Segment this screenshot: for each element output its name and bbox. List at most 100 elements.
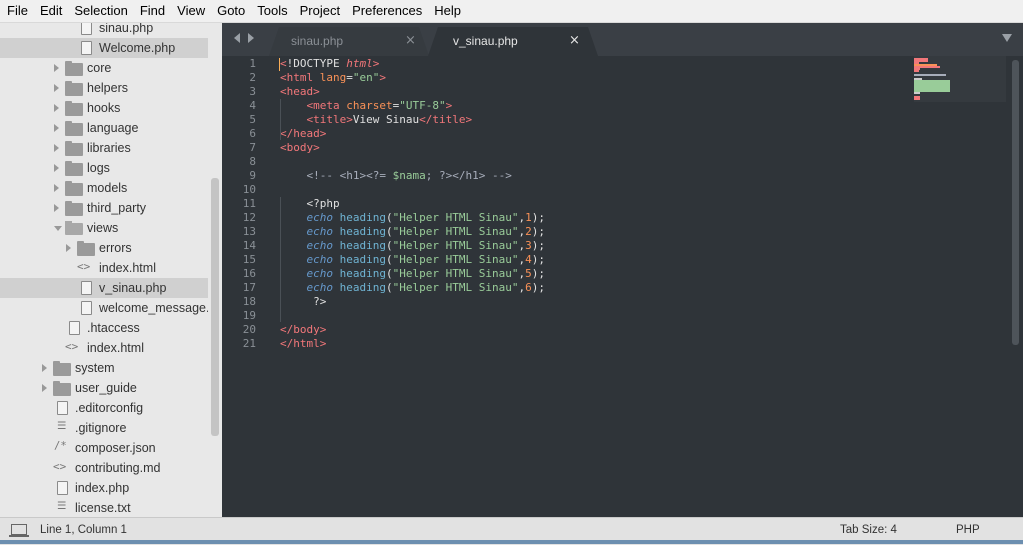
chevron-right-icon[interactable] xyxy=(54,164,59,172)
code-token: > xyxy=(445,99,453,112)
menu-tools[interactable]: Tools xyxy=(251,0,293,22)
tab-v-sinau-php[interactable]: v_sinau.php × xyxy=(428,27,598,56)
minimap[interactable] xyxy=(914,56,964,116)
line-number: 2 xyxy=(249,71,256,84)
tree-item-label: Welcome.php xyxy=(99,41,176,55)
chevron-right-icon[interactable] xyxy=(54,184,59,192)
tree-item[interactable]: system xyxy=(0,358,208,378)
tree-item[interactable]: models xyxy=(0,178,208,198)
chevron-right-icon[interactable] xyxy=(42,384,47,392)
tree-item[interactable]: ☰ .gitignore xyxy=(0,418,208,438)
tree-item[interactable]: third_party xyxy=(0,198,208,218)
file-icon xyxy=(69,321,80,335)
tab-prev-arrow-icon[interactable] xyxy=(234,33,240,43)
tree-item[interactable]: ☰ license.txt xyxy=(0,498,208,517)
tree-item[interactable]: language xyxy=(0,118,208,138)
chevron-right-icon[interactable] xyxy=(54,104,59,112)
chevron-right-icon[interactable] xyxy=(66,244,71,252)
tab-label: v_sinau.php xyxy=(453,34,518,48)
sidebar-vertical-scrollbar[interactable] xyxy=(211,178,219,436)
line-number: 1 xyxy=(249,57,256,70)
code-token: <?php xyxy=(280,197,340,210)
taskbar-edge xyxy=(0,540,1023,544)
code-token: echo xyxy=(306,211,334,224)
tree-item[interactable]: libraries xyxy=(0,138,208,158)
file-icon xyxy=(81,281,92,295)
tree-item[interactable]: Welcome.php xyxy=(0,38,208,58)
editor-vertical-scrollbar[interactable] xyxy=(1012,60,1019,345)
tree-item[interactable]: v_sinau.php xyxy=(0,278,208,298)
tree-item[interactable]: welcome_message.p xyxy=(0,298,208,318)
code-line: </head> xyxy=(280,127,326,141)
menu-selection[interactable]: Selection xyxy=(68,0,133,22)
chevron-right-icon[interactable] xyxy=(54,64,59,72)
close-icon[interactable]: × xyxy=(569,33,580,48)
close-icon[interactable]: × xyxy=(405,33,416,48)
tab-size-selector[interactable]: Tab Size: 4 xyxy=(840,524,897,536)
code-token: ( xyxy=(385,267,393,280)
chevron-right-icon[interactable] xyxy=(42,364,47,372)
line-number: 13 xyxy=(242,225,256,238)
tree-item[interactable]: <> index.html xyxy=(0,258,208,278)
folder-icon xyxy=(65,121,83,136)
tree-item[interactable]: errors xyxy=(0,238,208,258)
chevron-right-icon[interactable] xyxy=(54,84,59,92)
code-line: <meta charset="UTF-8"> xyxy=(280,99,453,113)
tree-item[interactable]: logs xyxy=(0,158,208,178)
tree-item[interactable]: .editorconfig xyxy=(0,398,208,418)
tree-item[interactable]: <> contributing.md xyxy=(0,458,208,478)
tree-item[interactable]: <> index.html xyxy=(0,338,208,358)
tree-item[interactable]: core xyxy=(0,58,208,78)
panel-toggle-icon[interactable] xyxy=(9,524,29,537)
code-token: ( xyxy=(385,225,393,238)
chevron-down-icon[interactable] xyxy=(54,226,62,231)
file-icon xyxy=(81,41,92,55)
minimap-line xyxy=(914,98,920,100)
tree-item[interactable]: user_guide xyxy=(0,378,208,398)
line-number: 4 xyxy=(249,99,256,112)
line-number: 19 xyxy=(242,309,256,322)
code-line: <?php xyxy=(280,197,340,211)
minimap-line xyxy=(914,92,920,94)
menu-help[interactable]: Help xyxy=(428,0,467,22)
menu-file[interactable]: File xyxy=(0,0,34,22)
line-number: 21 xyxy=(242,337,256,350)
tree-item[interactable]: hooks xyxy=(0,98,208,118)
menu-view[interactable]: View xyxy=(171,0,211,22)
menu-goto[interactable]: Goto xyxy=(211,0,251,22)
code-token: ); xyxy=(531,239,545,252)
tab-sinau-php[interactable]: sinau.php × xyxy=(269,27,429,56)
menu-project[interactable]: Project xyxy=(294,0,346,22)
tree-item[interactable]: views xyxy=(0,218,208,238)
line-number: 15 xyxy=(242,253,256,266)
code-token: 2 xyxy=(525,225,532,238)
sidebar[interactable]: sinau.php Welcome.php core helpers hooks lang… xyxy=(0,23,222,517)
tree-item-label: v_sinau.php xyxy=(99,281,167,295)
code-token: "Helper HTML Sinau" xyxy=(392,267,519,280)
syntax-selector[interactable]: PHP xyxy=(956,524,980,536)
tree-item[interactable]: .htaccess xyxy=(0,318,208,338)
chevron-right-icon[interactable] xyxy=(54,124,59,132)
chevron-right-icon[interactable] xyxy=(54,144,59,152)
code-editor[interactable]: 1 2 3 4 5 6 7 8 9 10 11 12 13 14 15 16 17 18 19 20 21 <!DOCT… xyxy=(222,56,1023,517)
folder-icon xyxy=(65,101,83,116)
tree-item-label: user_guide xyxy=(75,381,137,395)
tree-item[interactable]: /* composer.json xyxy=(0,438,208,458)
code-token: <!-- <h1><?= xyxy=(306,169,393,182)
chevron-right-icon[interactable] xyxy=(54,204,59,212)
tab-list-dropdown-icon[interactable] xyxy=(1002,34,1012,42)
menu-edit[interactable]: Edit xyxy=(34,0,68,22)
code-line: echo heading("Helper HTML Sinau",1); xyxy=(280,211,545,225)
tree-item[interactable]: index.php xyxy=(0,478,208,498)
menu-find[interactable]: Find xyxy=(134,0,171,22)
tab-next-arrow-icon[interactable] xyxy=(248,33,254,43)
tree-item[interactable]: helpers xyxy=(0,78,208,98)
line-number: 7 xyxy=(249,141,256,154)
tree-item[interactable]: sinau.php xyxy=(0,23,208,38)
line-number: 12 xyxy=(242,211,256,224)
menu-preferences[interactable]: Preferences xyxy=(346,0,428,22)
tree-item-label: license.txt xyxy=(75,501,131,515)
